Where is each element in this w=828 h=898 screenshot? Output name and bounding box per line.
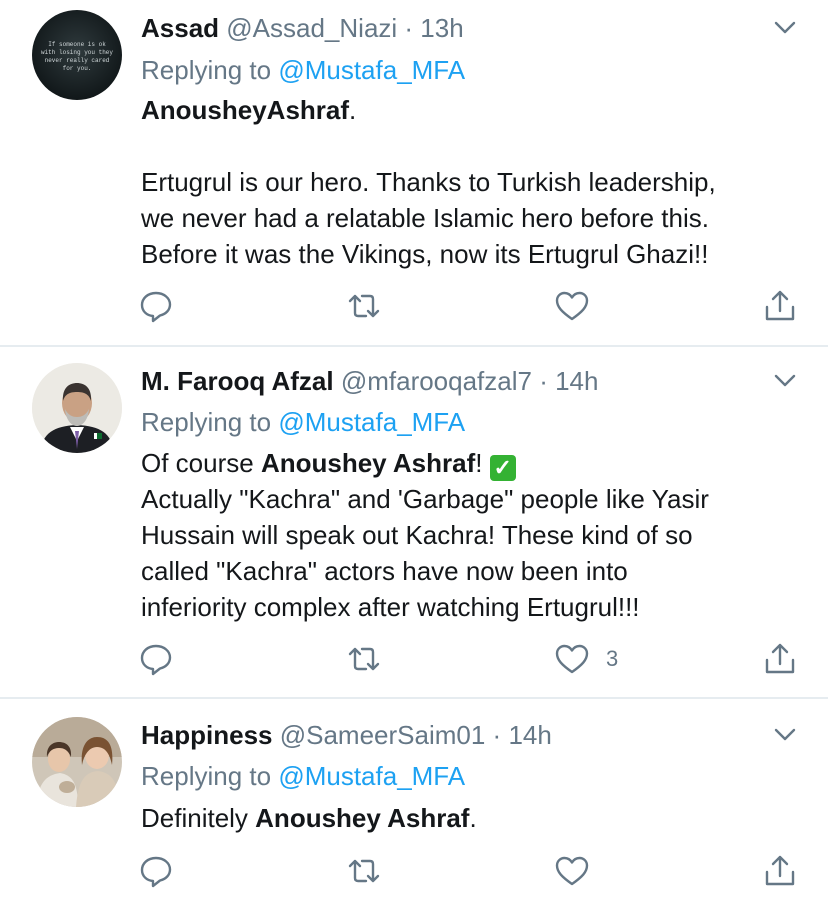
share-icon[interactable]	[762, 853, 798, 889]
retweet-icon[interactable]	[346, 853, 382, 889]
reply-icon[interactable]	[138, 288, 174, 324]
share-icon[interactable]	[762, 641, 798, 677]
avatar[interactable]	[32, 717, 122, 807]
author-name[interactable]: M. Farooq Afzal	[141, 366, 334, 396]
tweet-header: Happiness @SameerSaim01 · 14h	[141, 719, 552, 751]
text-fragment: .	[349, 95, 357, 125]
like-icon[interactable]	[554, 641, 590, 677]
like-count: 3	[606, 646, 619, 671]
author-handle[interactable]: @Assad_Niazi	[226, 13, 397, 43]
text-line: Actually "Kachra" and 'Garbage" people l…	[141, 484, 709, 514]
check-mark-icon: ✓	[489, 455, 516, 481]
text-fragment: Definitely	[141, 803, 256, 833]
tweet-actions: 3	[0, 641, 828, 681]
timestamp[interactable]: 14h	[555, 366, 598, 396]
replying-to: Replying to @Mustafa_MFA	[141, 760, 465, 792]
replying-to-label: Replying to	[141, 55, 272, 85]
svg-text:for you.: for you.	[63, 65, 92, 72]
text-line: Before it was the Vikings, now its Ertug…	[141, 239, 709, 269]
reply-icon[interactable]	[138, 853, 174, 889]
retweet-icon[interactable]	[346, 641, 382, 677]
text-line: inferiority complex after watching Ertug…	[141, 592, 640, 622]
replying-to: Replying to @Mustafa_MFA	[141, 406, 465, 438]
replying-to-mention[interactable]: @Mustafa_MFA	[278, 55, 465, 85]
replying-to-label: Replying to	[141, 407, 272, 437]
retweet-icon[interactable]	[346, 288, 382, 324]
svg-text:never really cared: never really cared	[45, 57, 110, 64]
tweet-text: Of course Anoushey Ashraf! ✓ Actually "K…	[141, 445, 801, 625]
tweet-actions	[0, 853, 828, 893]
text-line: Hussain will speak out Kachra! These kin…	[141, 520, 693, 550]
text-line: we never had a relatable Islamic hero be…	[141, 203, 709, 233]
mention[interactable]: Anoushey Ashraf	[255, 803, 469, 833]
author-name[interactable]: Happiness	[141, 720, 273, 750]
mention[interactable]: AnousheyAshraf	[141, 95, 349, 125]
tweet-text: Definitely Anoushey Ashraf.	[141, 800, 801, 836]
tweet[interactable]: If someone is ok with losing you they ne…	[0, 0, 828, 345]
reply-icon[interactable]	[138, 641, 174, 677]
author-handle[interactable]: @mfarooqafzal7	[341, 366, 532, 396]
replying-to-mention[interactable]: @Mustafa_MFA	[278, 761, 465, 791]
tweet-actions	[0, 288, 828, 328]
svg-text:with losing you they: with losing you they	[41, 49, 113, 56]
avatar[interactable]	[32, 363, 122, 453]
separator: ·	[397, 13, 421, 43]
like-icon[interactable]	[554, 288, 590, 324]
separator: ·	[531, 366, 556, 396]
text-line: called "Kachra" actors have now been int…	[141, 556, 628, 586]
text-fragment: !	[475, 448, 483, 478]
author-handle[interactable]: @SameerSaim01	[280, 720, 486, 750]
chevron-down-icon[interactable]	[770, 725, 800, 745]
author-name[interactable]: Assad	[141, 13, 219, 43]
text-fragment: .	[469, 803, 477, 833]
tweet-header: Assad @Assad_Niazi · 13h	[141, 12, 464, 44]
tweet[interactable]: M. Farooq Afzal @mfarooqafzal7 · 14h Rep…	[0, 347, 828, 697]
svg-text:If someone is ok: If someone is ok	[48, 41, 106, 48]
avatar[interactable]: If someone is ok with losing you they ne…	[32, 10, 122, 100]
chevron-down-icon[interactable]	[770, 371, 800, 391]
tweet-text: AnousheyAshraf. Ertugrul is our hero. Th…	[141, 92, 801, 272]
mention[interactable]: Anoushey Ashraf	[261, 448, 475, 478]
tweet[interactable]: Happiness @SameerSaim01 · 14h Replying t…	[0, 699, 828, 898]
replying-to: Replying to @Mustafa_MFA	[141, 54, 465, 86]
text-line: Ertugrul is our hero. Thanks to Turkish …	[141, 167, 716, 197]
separator: ·	[485, 720, 509, 750]
tweet-header: M. Farooq Afzal @mfarooqafzal7 · 14h	[141, 365, 598, 397]
timestamp[interactable]: 14h	[508, 720, 551, 750]
replying-to-mention[interactable]: @Mustafa_MFA	[278, 407, 465, 437]
timestamp[interactable]: 13h	[420, 13, 463, 43]
chevron-down-icon[interactable]	[770, 18, 800, 38]
share-icon[interactable]	[762, 288, 798, 324]
like-icon[interactable]	[554, 853, 590, 889]
text-fragment: Of course	[141, 448, 261, 478]
replying-to-label: Replying to	[141, 761, 272, 791]
